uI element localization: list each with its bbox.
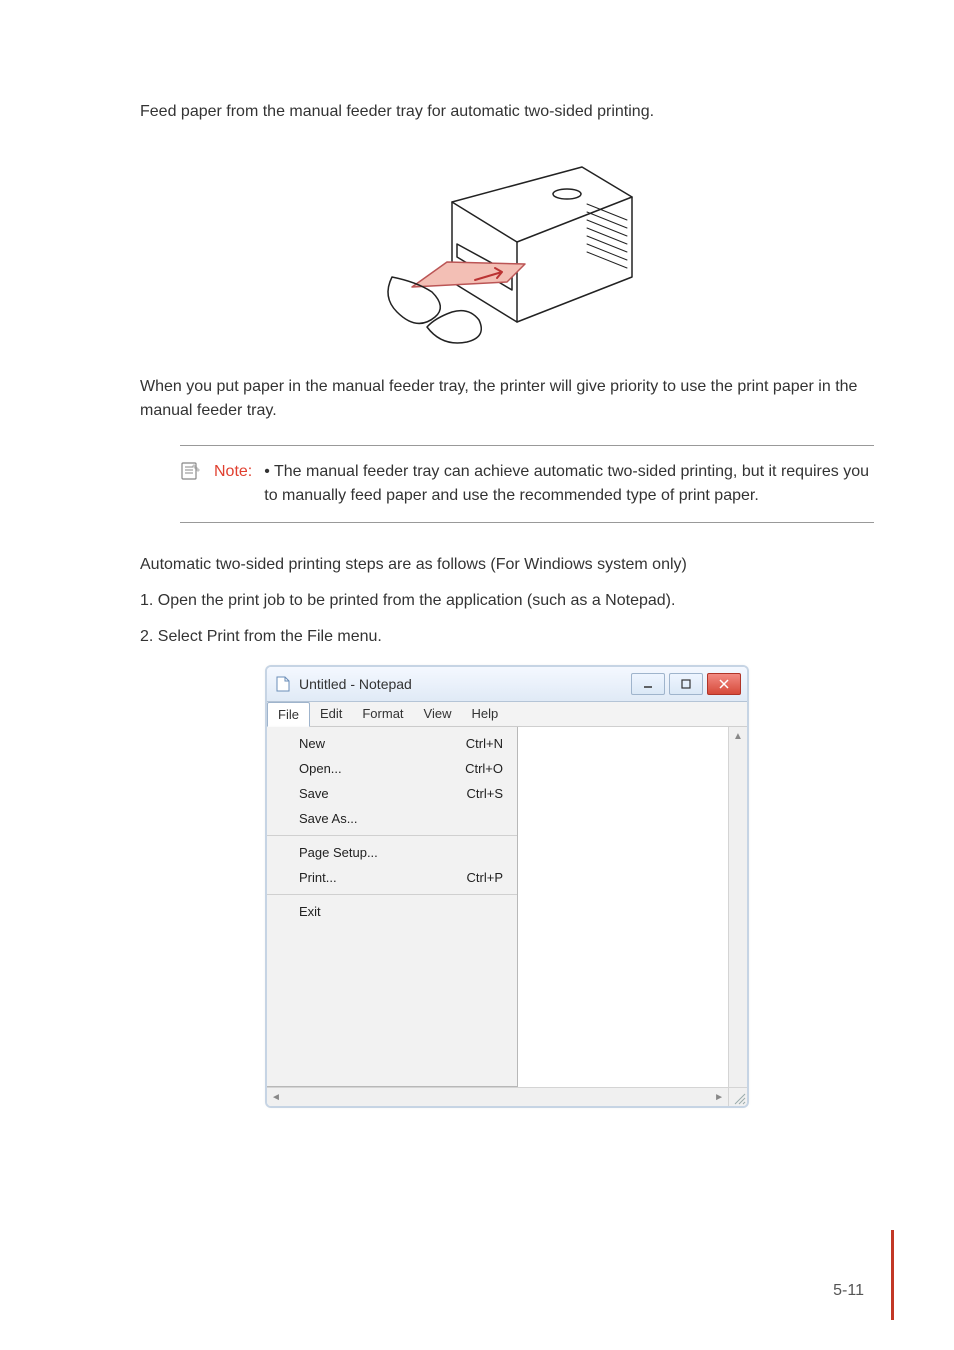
text-area[interactable]: ▲	[518, 727, 747, 1087]
menu-help[interactable]: Help	[461, 702, 508, 726]
menu-item-label: Save	[299, 786, 329, 801]
close-button[interactable]	[707, 673, 741, 695]
horizontal-scrollbar[interactable]: ◄ ►	[267, 1087, 728, 1106]
scroll-up-icon[interactable]: ▲	[729, 727, 747, 745]
step-1: 1. Open the print job to be printed from…	[140, 589, 874, 613]
window-title: Untitled - Notepad	[299, 676, 623, 692]
page-number: 5-11	[833, 1282, 864, 1300]
menu-item-label: New	[299, 736, 325, 751]
menu-item-shortcut: Ctrl+S	[467, 786, 503, 801]
menu-item-open[interactable]: Open... Ctrl+O	[267, 756, 517, 781]
printer-svg	[357, 142, 657, 352]
menu-item-shortcut: Ctrl+N	[466, 736, 503, 751]
vertical-scrollbar[interactable]: ▲	[728, 727, 747, 1087]
menubar: File Edit Format View Help	[267, 702, 747, 727]
document-icon	[275, 676, 291, 692]
document-page: Feed paper from the manual feeder tray f…	[0, 0, 954, 1350]
menu-view[interactable]: View	[414, 702, 462, 726]
menu-format[interactable]: Format	[352, 702, 413, 726]
paragraph-intro: Feed paper from the manual feeder tray f…	[140, 100, 874, 124]
menu-item-shortcut: Ctrl+P	[467, 870, 503, 885]
menu-item-save[interactable]: Save Ctrl+S	[267, 781, 517, 806]
notepad-window: Untitled - Notepad File Edit Format View…	[267, 667, 747, 1106]
menu-file[interactable]: File	[267, 702, 310, 727]
titlebar: Untitled - Notepad	[267, 667, 747, 702]
menu-item-label: Open...	[299, 761, 342, 776]
file-menu-dropdown: New Ctrl+N Open... Ctrl+O Save Ctrl+S Sa…	[267, 727, 518, 1087]
menu-item-pagesetup[interactable]: Page Setup...	[267, 840, 517, 865]
minimize-button[interactable]	[631, 673, 665, 695]
printer-illustration	[140, 142, 874, 357]
paragraph-steps-intro: Automatic two-sided printing steps are a…	[140, 553, 874, 577]
menu-item-shortcut: Ctrl+O	[465, 761, 503, 776]
note-text: • The manual feeder tray can achieve aut…	[264, 460, 874, 508]
menu-item-label: Save As...	[299, 811, 358, 826]
menu-item-label: Exit	[299, 904, 321, 919]
page-edge-marker	[891, 1230, 894, 1320]
scroll-right-icon[interactable]: ►	[714, 1092, 724, 1103]
maximize-button[interactable]	[669, 673, 703, 695]
menu-item-print[interactable]: Print... Ctrl+P	[267, 865, 517, 890]
menu-item-exit[interactable]: Exit	[267, 899, 517, 924]
menu-item-label: Print...	[299, 870, 337, 885]
note-label: Note:	[214, 460, 252, 484]
menu-item-saveas[interactable]: Save As...	[267, 806, 517, 831]
menu-item-new[interactable]: New Ctrl+N	[267, 731, 517, 756]
menu-edit[interactable]: Edit	[310, 702, 352, 726]
menu-item-label: Page Setup...	[299, 845, 378, 860]
note-block: Note: • The manual feeder tray can achie…	[180, 445, 874, 523]
resize-grip[interactable]	[728, 1087, 747, 1106]
step-2: 2. Select Print from the File menu.	[140, 625, 874, 649]
paragraph-priority: When you put paper in the manual feeder …	[140, 375, 874, 423]
note-icon	[180, 460, 202, 490]
scroll-left-icon[interactable]: ◄	[271, 1092, 281, 1103]
